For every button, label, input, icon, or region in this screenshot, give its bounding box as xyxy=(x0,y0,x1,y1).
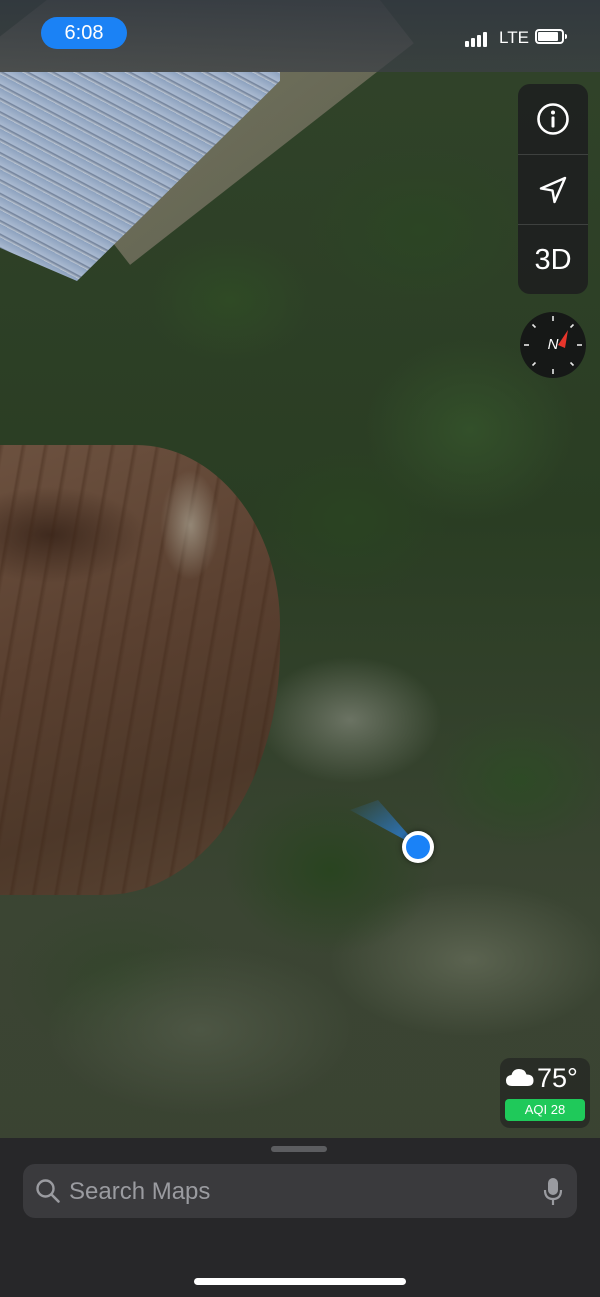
search-sheet xyxy=(0,1138,600,1297)
cellular-signal-icon xyxy=(465,31,491,47)
status-bar: 6:08 LTE xyxy=(0,0,600,72)
search-input[interactable] xyxy=(67,1164,531,1220)
location-arrow-icon xyxy=(539,176,567,204)
map-dirt-edge xyxy=(160,470,220,580)
status-time[interactable]: 6:08 xyxy=(41,17,127,49)
network-type: LTE xyxy=(499,28,529,47)
map-info-button[interactable] xyxy=(518,84,588,154)
battery-icon xyxy=(535,29,567,44)
sheet-grabber[interactable] xyxy=(271,1146,327,1152)
compass-north-label: N xyxy=(547,336,559,353)
info-icon xyxy=(537,103,569,135)
weather-widget[interactable]: 75° AQI 28 xyxy=(500,1058,590,1128)
map-controls: 3D xyxy=(518,84,588,294)
map-dirt-field xyxy=(0,445,280,895)
compass-button[interactable]: N xyxy=(520,312,586,378)
aqi-badge: AQI 28 xyxy=(505,1099,585,1121)
microphone-icon[interactable] xyxy=(543,1177,563,1207)
view-3d-button[interactable]: 3D xyxy=(518,224,588,294)
search-bar[interactable] xyxy=(23,1164,577,1220)
map-solar-panel-field xyxy=(0,72,280,281)
home-indicator[interactable] xyxy=(194,1278,406,1285)
search-icon xyxy=(36,1179,60,1203)
user-location-dot-icon[interactable] xyxy=(402,831,434,863)
cloud-icon xyxy=(506,1069,534,1086)
temperature: 75° xyxy=(537,1063,578,1093)
track-location-button[interactable] xyxy=(518,154,588,225)
